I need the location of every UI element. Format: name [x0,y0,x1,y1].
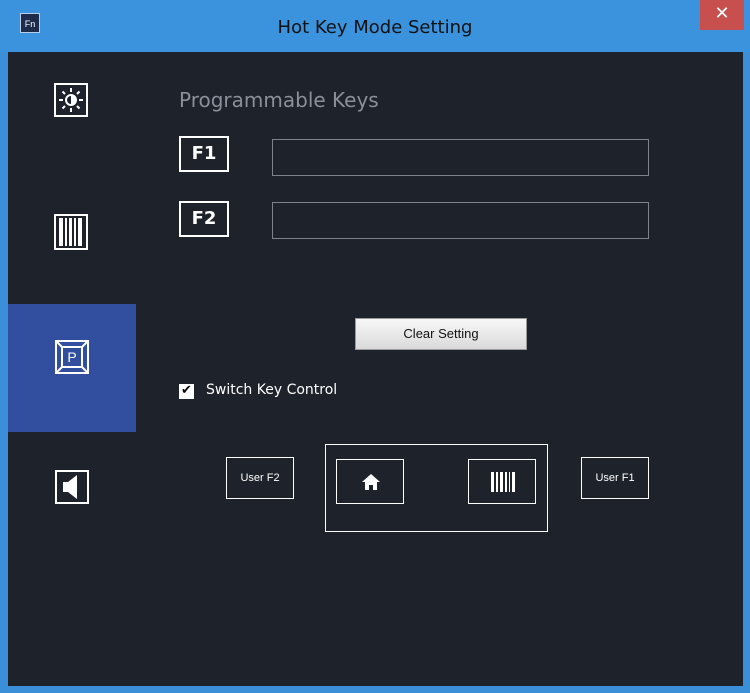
app-window: Fn Hot Key Mode Setting ✕ P Programmable… [0,0,750,693]
f1-input[interactable] [272,139,649,176]
section-heading: Programmable Keys [179,88,379,112]
sidebar-item-barcode[interactable] [8,180,136,308]
sidebar-item-brightness[interactable] [8,52,136,180]
user-f2-button[interactable]: User F2 [226,457,294,499]
title-bar[interactable]: Fn Hot Key Mode Setting ✕ [0,0,750,52]
programmable-key-glyph: P [67,349,77,365]
speaker-icon [55,470,89,504]
switch-key-control-checkbox[interactable]: ✔ [179,383,194,399]
barcode-icon [54,214,88,250]
home-icon [361,472,381,492]
clear-setting-button[interactable]: Clear Setting [355,318,527,350]
f2-input[interactable] [272,202,649,239]
sidebar-item-programmable[interactable]: P [8,304,136,432]
client-area: P Programmable Keys F1 F2 Clear Setting … [8,52,743,686]
programmable-key-icon: P [55,340,89,374]
f1-key-label: F1 [179,136,229,172]
switch-key-control-label: Switch Key Control [206,382,338,398]
brightness-icon [54,83,88,117]
barcode-icon [489,470,517,494]
window-title: Hot Key Mode Setting [277,17,473,38]
f2-key-label: F2 [179,201,229,237]
sidebar-item-sound[interactable] [8,432,136,560]
close-button[interactable]: ✕ [700,0,744,30]
user-f1-button[interactable]: User F1 [581,457,649,499]
home-button[interactable] [336,459,404,504]
barcode-button[interactable] [468,459,536,504]
checkmark-icon: ✔ [181,383,192,398]
